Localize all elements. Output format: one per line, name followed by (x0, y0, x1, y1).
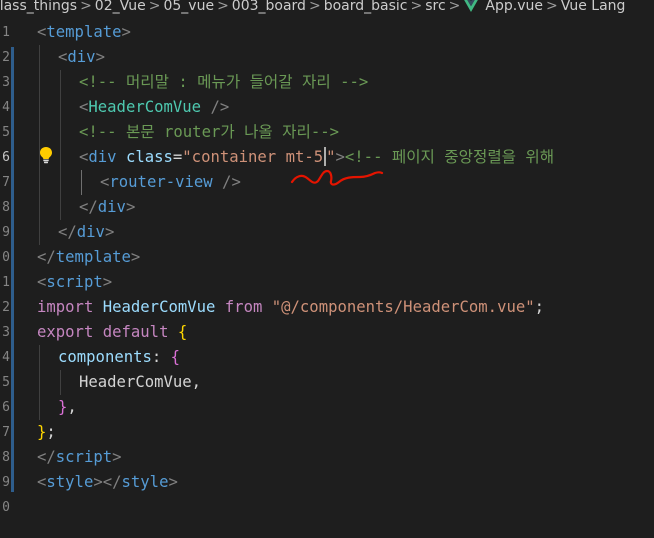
code-line: </div> (79, 198, 136, 216)
code-line: }, (58, 398, 77, 416)
vue-logo-icon (463, 0, 479, 16)
line-number: 1 (2, 25, 10, 40)
breadcrumb-item-board[interactable]: 003_board (232, 0, 306, 14)
breadcrumb-item-src[interactable]: src (425, 0, 445, 14)
line-number-active: 6 (2, 150, 10, 165)
git-modified-indicator[interactable] (11, 47, 14, 492)
line-number: 7 (2, 175, 10, 190)
breadcrumb-item-vue[interactable]: 02_Vue (95, 0, 146, 14)
code-line: <HeaderComVue /> (79, 98, 230, 116)
breadcrumb-item-class-things[interactable]: class_things (0, 0, 77, 14)
code-line: <router-view /> (100, 173, 241, 191)
code-line: components: { (58, 348, 181, 366)
line-number: 4 (2, 350, 10, 365)
line-number: 9 (2, 225, 10, 240)
breadcrumb-separator: > (308, 0, 321, 14)
line-number: 3 (2, 75, 10, 90)
line-number: 1 (2, 275, 10, 290)
code-line: export default { (37, 323, 188, 341)
breadcrumb: class_things >02_Vue >05_vue >003_board > boa… (0, 0, 654, 18)
breadcrumb-trail: class_things >02_Vue >05_vue >003_board > boa… (0, 0, 625, 16)
code-line: </template> (37, 248, 141, 266)
code-line: <style></style> (37, 473, 178, 491)
code-line: HeaderComVue, (79, 373, 202, 391)
breadcrumb-separator: > (148, 0, 161, 14)
breadcrumb-separator: > (80, 0, 92, 14)
line-number: 8 (2, 450, 10, 465)
line-number: 2 (2, 300, 10, 315)
line-number: 6 (2, 400, 10, 415)
code-line: <!-- 머리말 : 메뉴가 들어갈 자리 --> (79, 73, 369, 91)
line-number: 0 (2, 250, 10, 265)
code-line: <script> (37, 273, 113, 291)
breadcrumb-item-05-vue[interactable]: 05_vue (163, 0, 214, 14)
breadcrumb-separator: > (410, 0, 423, 14)
code-line: }; (37, 423, 56, 441)
code-line: </script> (37, 448, 122, 466)
line-number: 5 (2, 125, 10, 140)
indent-guide-active (81, 170, 82, 195)
line-number: 3 (2, 325, 10, 340)
indent-guide (60, 70, 61, 220)
breadcrumb-item-file[interactable]: App.vue (485, 0, 543, 14)
line-number: 4 (2, 100, 10, 115)
line-number: 2 (2, 50, 10, 65)
code-line: <!-- 본문 router가 나올 자리--> (79, 123, 340, 141)
code-line: <template> (37, 23, 131, 41)
indent-guide (60, 370, 61, 395)
breadcrumb-item-language[interactable]: Vue Lang (561, 0, 626, 14)
code-line: import HeaderComVue from "@/components/H… (37, 298, 545, 316)
breadcrumb-item-board-basic[interactable]: board_basic (324, 0, 408, 14)
breadcrumb-separator: > (545, 0, 558, 14)
code-line: </div> (58, 223, 115, 241)
breadcrumb-separator: > (217, 0, 229, 14)
breadcrumb-separator: > (448, 0, 461, 14)
line-number: 0 (2, 500, 10, 515)
line-number: 8 (2, 200, 10, 215)
line-number: 9 (2, 475, 10, 490)
indent-guide (39, 345, 40, 420)
squiggle-annotation (290, 165, 386, 193)
indent-guide (39, 45, 40, 245)
code-line: <div> (58, 48, 105, 66)
line-number: 7 (2, 425, 10, 440)
lightbulb-icon[interactable] (38, 146, 54, 164)
line-number: 5 (2, 375, 10, 390)
